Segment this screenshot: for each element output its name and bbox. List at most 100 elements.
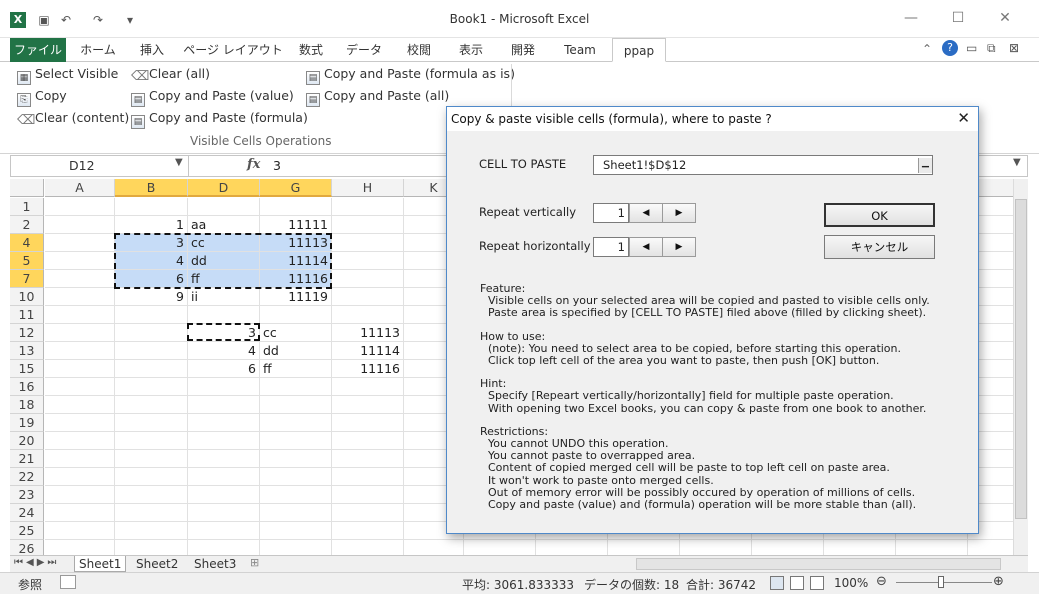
clear-all-button[interactable]: ⌫Clear (all) [131,64,210,84]
select-visible-button[interactable]: ▦ Select Visible [17,64,118,85]
cell-b10[interactable]: 9 [115,288,188,306]
repeat-vertically-increase-icon[interactable]: ▶ [662,203,696,223]
copy-paste-formula-as-is-button[interactable]: ▤ Copy and Paste (formula as is) [306,64,515,85]
zoom-slider[interactable] [896,582,992,583]
tab-view[interactable]: 表示 [448,38,494,62]
cell-g15[interactable]: ff [260,360,332,378]
column-header-b[interactable]: B [115,179,188,197]
minimize-button[interactable]: — [888,6,934,30]
copy-paste-all-button[interactable]: ▤ Copy and Paste (all) [306,86,449,107]
tab-page-layout[interactable]: ページ レイアウト [180,38,286,62]
cell-g2[interactable]: 11111 [260,216,332,234]
sheet-tab-sheet3[interactable]: Sheet3 [190,556,240,572]
cell-b2[interactable]: 1 [115,216,188,234]
range-picker-icon[interactable]: ▁ [918,158,932,173]
repeat-horizontally-decrease-icon[interactable]: ◀ [629,237,663,257]
cancel-button[interactable]: キャンセル [824,235,935,259]
sheet-tab-sheet1[interactable]: Sheet1 [74,556,127,572]
cell-d15[interactable]: 6 [188,360,260,378]
row-header-26[interactable]: 26 [10,540,44,555]
cell-g12[interactable]: cc [260,324,332,342]
tab-team[interactable]: Team [552,38,608,62]
macro-record-icon[interactable] [60,575,76,589]
row-header-1[interactable]: 1 [10,198,44,216]
row-header-20[interactable]: 20 [10,432,44,450]
page-break-view-icon[interactable] [810,576,824,590]
row-header-2[interactable]: 2 [10,216,44,234]
cell-d2[interactable]: aa [188,216,260,234]
zoom-out-icon[interactable]: ⊖ [876,574,887,589]
row-header-24[interactable]: 24 [10,504,44,522]
copy-paste-value-button[interactable]: ▤ Copy and Paste (value) [131,86,294,107]
vertical-scrollbar[interactable] [1013,179,1028,555]
select-all-corner[interactable] [10,179,44,197]
row-header-25[interactable]: 25 [10,522,44,540]
column-header-g[interactable]: G [260,179,332,197]
tab-review[interactable]: 校閲 [396,38,442,62]
row-header-23[interactable]: 23 [10,486,44,504]
new-sheet-icon[interactable]: ⊞ [250,556,259,569]
clear-content-button[interactable]: ⌫Clear (content) [17,108,129,128]
repeat-vertically-input[interactable]: 1 [593,203,629,223]
vertical-scroll-thumb[interactable] [1015,199,1027,519]
ribbon-collapse-icon[interactable]: ⌃ [922,42,932,56]
tab-file[interactable]: ファイル [10,38,66,62]
copy-paste-formula-button[interactable]: ▤ Copy and Paste (formula) [131,108,308,129]
formula-input[interactable]: 3 [273,158,281,173]
repeat-vertically-decrease-icon[interactable]: ◀ [629,203,663,223]
normal-view-icon[interactable] [770,576,784,590]
column-header-h[interactable]: H [332,179,404,197]
tab-developer[interactable]: 開発 [500,38,546,62]
cell-h12[interactable]: 11113 [332,324,404,342]
tab-formulas[interactable]: 数式 [290,38,332,62]
row-header-15[interactable]: 15 [10,360,44,378]
cell-to-paste-input[interactable]: Sheet1!$D$12 [593,155,933,175]
doc-close-icon[interactable]: ⊠ [1009,41,1019,55]
doc-restore-icon[interactable]: ⧉ [987,41,996,56]
zoom-level[interactable]: 100% [834,576,868,590]
cell-d13[interactable]: 4 [188,342,260,360]
row-header-12[interactable]: 12 [10,324,44,342]
horizontal-scrollbar[interactable] [636,558,1001,570]
dialog-close-icon[interactable]: ✕ [957,109,970,127]
name-box-dropdown-icon[interactable]: ▼ [175,157,183,168]
formula-expand-icon[interactable]: ▼ [1013,157,1021,168]
cell-d10[interactable]: ii [188,288,260,306]
tab-home[interactable]: ホーム [72,38,124,62]
row-header-11[interactable]: 11 [10,306,44,324]
row-header-7[interactable]: 7 [10,270,44,288]
cell-h13[interactable]: 11114 [332,342,404,360]
row-header-22[interactable]: 22 [10,468,44,486]
copy-button[interactable]: ⎘ Copy [17,86,67,107]
cell-h15[interactable]: 11116 [332,360,404,378]
tab-data[interactable]: データ [338,38,390,62]
sheet-tab-sheet2[interactable]: Sheet2 [132,556,182,572]
sheet-nav-arrows-icon[interactable]: ⏮◀▶⏭ [14,557,59,568]
cell-g10[interactable]: 11119 [260,288,332,306]
repeat-horizontally-input[interactable]: 1 [593,237,629,257]
row-header-5[interactable]: 5 [10,252,44,270]
zoom-slider-thumb[interactable] [938,576,944,588]
ok-button[interactable]: OK [824,203,935,227]
page-layout-view-icon[interactable] [790,576,804,590]
tab-insert[interactable]: 挿入 [128,38,176,62]
fx-icon[interactable]: fx [247,157,260,172]
row-header-10[interactable]: 10 [10,288,44,306]
row-header-13[interactable]: 13 [10,342,44,360]
row-header-19[interactable]: 19 [10,414,44,432]
row-header-16[interactable]: 16 [10,378,44,396]
help-icon[interactable]: ? [942,40,958,56]
column-header-d[interactable]: D [188,179,260,197]
name-box[interactable]: D12 [11,156,189,176]
zoom-in-icon[interactable]: ⊕ [993,574,1004,589]
column-header-a[interactable]: A [45,179,115,197]
tab-ppap[interactable]: ppap [612,38,666,62]
repeat-horizontally-increase-icon[interactable]: ▶ [662,237,696,257]
close-button[interactable]: ✕ [982,6,1028,30]
maximize-button[interactable]: ☐ [935,6,981,30]
cell-g13[interactable]: dd [260,342,332,360]
row-header-4[interactable]: 4 [10,234,44,252]
row-header-18[interactable]: 18 [10,396,44,414]
row-header-21[interactable]: 21 [10,450,44,468]
doc-minimize-icon[interactable]: ▭ [966,41,977,55]
